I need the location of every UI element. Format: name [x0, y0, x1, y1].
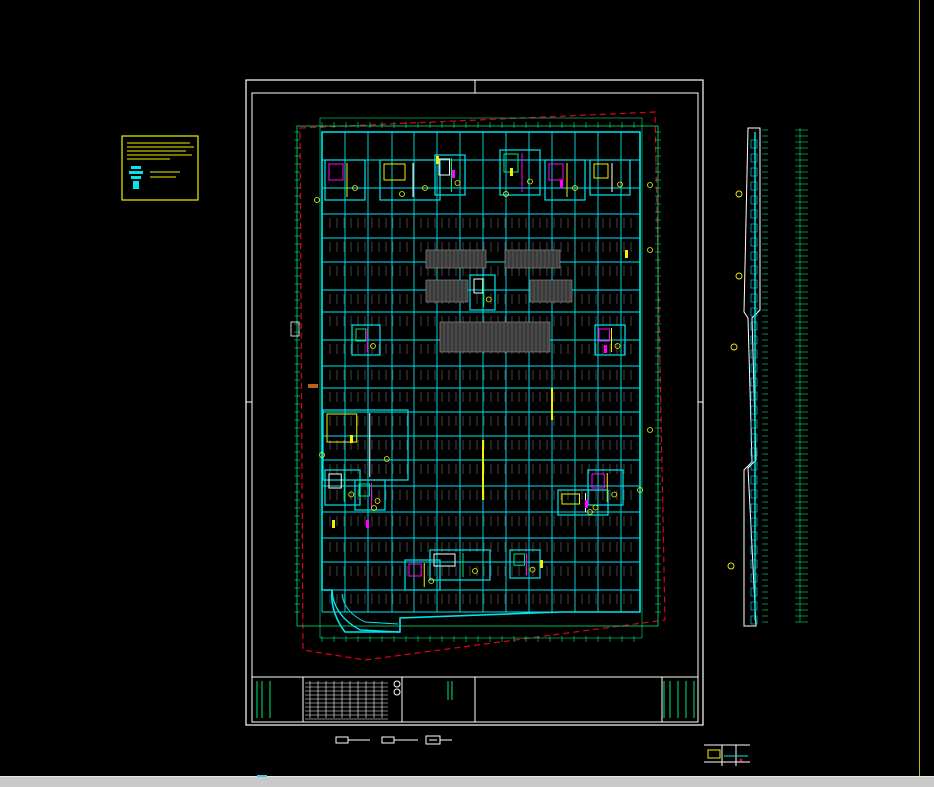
status-bar[interactable]: [0, 775, 934, 787]
sheet-frame: [245, 79, 704, 726]
floor-plan[interactable]: [290, 111, 666, 661]
status-tab-indicator[interactable]: [257, 775, 267, 777]
scale-bar-icon: [335, 735, 452, 745]
cad-viewport[interactable]: [0, 0, 934, 786]
drawing-canvas[interactable]: [0, 0, 934, 786]
drawing-limit-line: [919, 0, 920, 776]
detail-stamp: [704, 744, 750, 766]
section-strip-icon: [727, 127, 808, 627]
legend-box-icon: [121, 135, 199, 201]
title-block: [251, 676, 699, 723]
